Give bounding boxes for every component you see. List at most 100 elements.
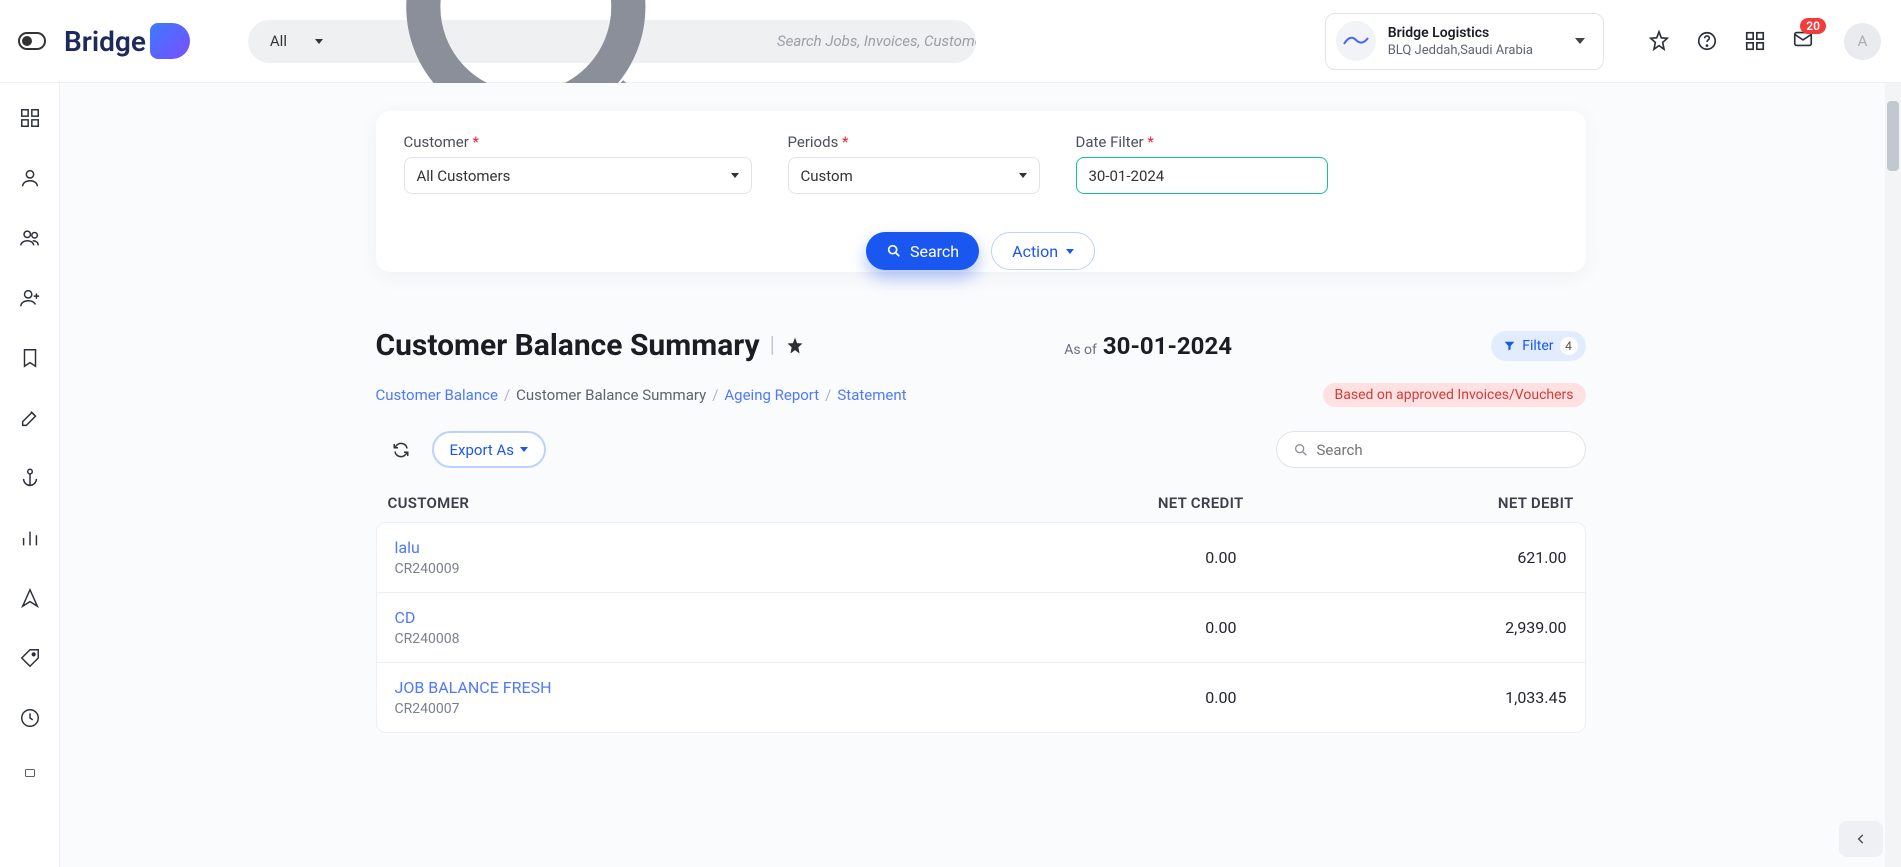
favorite-star-icon[interactable] xyxy=(785,336,805,356)
search-box xyxy=(341,20,976,63)
table-search xyxy=(1276,431,1586,468)
filter-icon xyxy=(1503,339,1516,352)
filter-chip-label: Filter xyxy=(1522,338,1553,354)
help-icon[interactable] xyxy=(1696,30,1718,52)
avatar[interactable]: A xyxy=(1844,23,1881,60)
tag-icon[interactable] xyxy=(19,647,41,669)
company-subtitle: BLQ Jeddah,Saudi Arabia xyxy=(1388,43,1533,58)
date-filter-input[interactable]: 30-01-2024 xyxy=(1076,157,1328,194)
company-logo-icon xyxy=(1336,21,1376,61)
periods-value: Custom xyxy=(801,167,853,185)
search-icon xyxy=(1293,442,1309,458)
breadcrumb-link[interactable]: Ageing Report xyxy=(724,386,819,404)
breadcrumb-current: Customer Balance Summary xyxy=(516,386,706,404)
asof-date: 30-01-2024 xyxy=(1103,332,1232,360)
view-toggle-icon[interactable] xyxy=(18,32,46,50)
customer-link[interactable]: CD xyxy=(395,608,977,627)
customer-link[interactable]: JOB BALANCE FRESH xyxy=(395,678,977,697)
breadcrumb: Customer Balance / Customer Balance Summ… xyxy=(376,383,1586,407)
title-row: Customer Balance Summary | As of 30-01-2… xyxy=(376,328,1586,363)
cell-netcredit: 0.00 xyxy=(977,688,1237,707)
customer-code: CR240008 xyxy=(395,631,977,647)
table-row: lalu CR240009 0.00 621.00 xyxy=(377,523,1585,593)
anchor-icon[interactable] xyxy=(19,467,41,489)
breadcrumb-separator: / xyxy=(825,386,831,404)
scrollbar-track[interactable] xyxy=(1885,83,1901,867)
scrollbar-thumb[interactable] xyxy=(1887,101,1899,171)
action-button[interactable]: Action xyxy=(991,232,1095,270)
col-header-netcredit: NET CREDIT xyxy=(984,494,1244,512)
status-badge: Based on approved Invoices/Vouchers xyxy=(1323,383,1586,407)
table-search-input[interactable] xyxy=(1317,441,1569,459)
asof-label: As of xyxy=(1064,342,1097,358)
edit-icon[interactable] xyxy=(19,407,41,429)
search-scope-value: All xyxy=(270,32,287,50)
customer-select[interactable]: All Customers xyxy=(404,157,752,194)
search-scope-select[interactable]: All xyxy=(248,20,341,63)
chevron-down-icon xyxy=(1575,38,1585,44)
main-content: Customer * All Customers Periods * Custo… xyxy=(60,83,1901,867)
collapse-button[interactable] xyxy=(1839,821,1883,857)
col-header-customer: CUSTOMER xyxy=(388,494,984,512)
chevron-down-icon xyxy=(315,39,323,44)
cell-netcredit: 0.00 xyxy=(977,548,1237,567)
filter-chip[interactable]: Filter 4 xyxy=(1491,331,1585,361)
logo-mark-icon xyxy=(150,23,190,59)
cell-netcredit: 0.00 xyxy=(977,618,1237,637)
sidebar xyxy=(0,83,60,867)
global-search-input[interactable] xyxy=(777,32,976,50)
star-icon[interactable] xyxy=(1648,30,1670,52)
company-selector[interactable]: Bridge Logistics BLQ Jeddah,Saudi Arabia xyxy=(1325,13,1604,70)
refresh-icon[interactable] xyxy=(392,441,410,459)
notifications-button[interactable]: 20 xyxy=(1792,28,1814,54)
filter-card: Customer * All Customers Periods * Custo… xyxy=(376,111,1586,272)
logo-text: Bridge xyxy=(64,25,146,58)
page-title: Customer Balance Summary xyxy=(376,328,760,363)
periods-select[interactable]: Custom xyxy=(788,157,1040,194)
chevron-down-icon xyxy=(731,173,739,178)
cell-netdebit: 621.00 xyxy=(1237,548,1567,567)
notification-badge: 20 xyxy=(1800,18,1826,34)
avatar-initial: A xyxy=(1858,32,1868,50)
person-icon[interactable] xyxy=(19,167,41,189)
chevron-down-icon xyxy=(1019,173,1027,178)
periods-label: Periods * xyxy=(788,133,1040,151)
table-header: CUSTOMER NET CREDIT NET DEBIT xyxy=(376,494,1586,512)
apps-grid-icon[interactable] xyxy=(1744,30,1766,52)
customer-code: CR240007 xyxy=(395,701,977,717)
breadcrumb-separator: / xyxy=(712,386,718,404)
datefilter-label: Date Filter * xyxy=(1076,133,1328,151)
customer-label: Customer * xyxy=(404,133,752,151)
customer-link[interactable]: lalu xyxy=(395,538,977,557)
global-search: All xyxy=(248,20,976,63)
table-toolbar: Export As xyxy=(376,431,1586,468)
bar-chart-icon[interactable] xyxy=(19,527,41,549)
customer-value: All Customers xyxy=(417,167,511,185)
company-name: Bridge Logistics xyxy=(1388,25,1533,41)
bookmark-icon[interactable] xyxy=(19,347,41,369)
breadcrumb-link[interactable]: Statement xyxy=(837,386,906,404)
chevron-down-icon xyxy=(520,447,528,452)
chevron-down-icon xyxy=(1066,249,1074,254)
header-actions: 20 A xyxy=(1648,23,1881,60)
clock-icon[interactable] xyxy=(19,707,41,729)
export-button[interactable]: Export As xyxy=(432,431,547,468)
card-icon[interactable] xyxy=(19,767,41,779)
people-icon[interactable] xyxy=(19,227,41,249)
filter-chip-count: 4 xyxy=(1560,337,1578,355)
search-icon xyxy=(886,243,902,259)
breadcrumb-link[interactable]: Customer Balance xyxy=(376,386,498,404)
search-button[interactable]: Search xyxy=(866,232,979,270)
navigation-icon[interactable] xyxy=(19,587,41,609)
export-button-label: Export As xyxy=(450,441,515,459)
search-button-label: Search xyxy=(910,242,959,261)
date-filter-value: 30-01-2024 xyxy=(1089,167,1165,185)
dashboard-icon[interactable] xyxy=(19,107,41,129)
cell-netdebit: 1,033.45 xyxy=(1237,688,1567,707)
person-add-icon[interactable] xyxy=(19,287,41,309)
table-row: CD CR240008 0.00 2,939.00 xyxy=(377,593,1585,663)
divider: | xyxy=(770,333,775,358)
table-body: lalu CR240009 0.00 621.00 CD CR240008 0.… xyxy=(376,522,1586,733)
app-logo[interactable]: Bridge xyxy=(64,23,190,59)
customer-code: CR240009 xyxy=(395,561,977,577)
